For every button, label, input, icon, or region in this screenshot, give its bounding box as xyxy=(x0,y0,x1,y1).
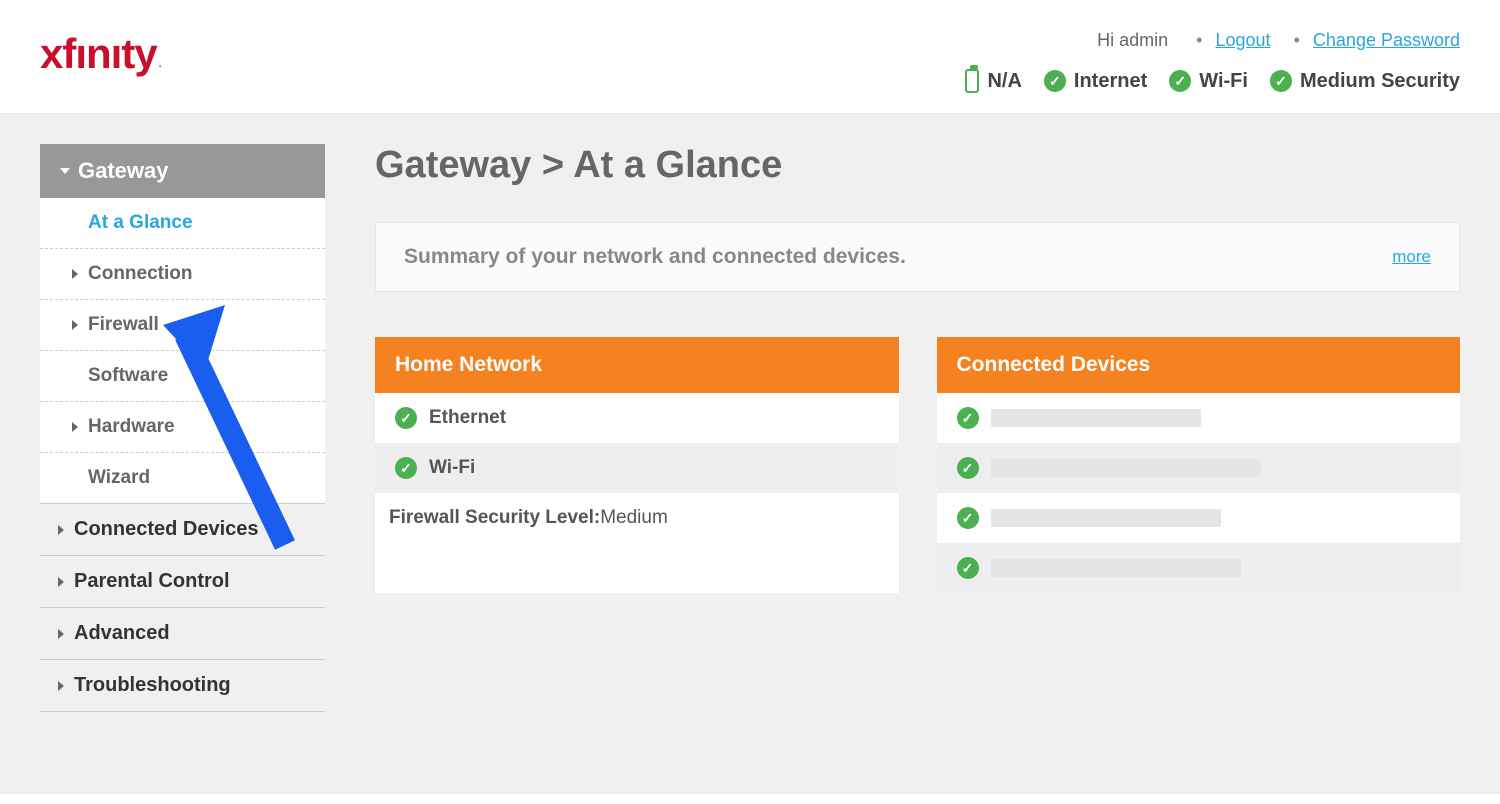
caret-right-icon xyxy=(58,681,64,691)
device-row xyxy=(937,543,1461,593)
check-icon xyxy=(1044,70,1066,92)
home-network-panel: Home Network Ethernet Wi-Fi Firewall Sec… xyxy=(375,337,899,593)
home-network-header: Home Network xyxy=(375,337,899,393)
logout-link[interactable]: Logout xyxy=(1216,30,1271,50)
caret-right-icon xyxy=(58,577,64,587)
home-network-row-wifi: Wi-Fi xyxy=(375,443,899,493)
caret-right-icon xyxy=(58,629,64,639)
logo: xfınıty xyxy=(40,30,157,78)
caret-right-icon xyxy=(58,525,64,535)
device-row xyxy=(937,393,1461,443)
device-row xyxy=(937,493,1461,543)
connected-devices-header: Connected Devices xyxy=(937,337,1461,393)
summary-box: Summary of your network and connected de… xyxy=(375,222,1460,292)
change-password-link[interactable]: Change Password xyxy=(1313,30,1460,50)
caret-right-icon xyxy=(72,269,78,279)
sidebar-item-connection[interactable]: Connection xyxy=(40,249,325,300)
sidebar-item-software[interactable]: Software xyxy=(40,351,325,402)
status-battery: N/A xyxy=(965,69,1021,93)
check-icon xyxy=(395,407,417,429)
sidebar-item-hardware[interactable]: Hardware xyxy=(40,402,325,453)
page-title: Gateway > At a Glance xyxy=(375,144,1460,187)
redacted-text xyxy=(991,509,1221,527)
sidebar-main-connected-devices[interactable]: Connected Devices xyxy=(40,504,325,556)
caret-right-icon xyxy=(72,320,78,330)
sidebar-main-troubleshooting[interactable]: Troubleshooting xyxy=(40,660,325,712)
sidebar-item-firewall[interactable]: Firewall xyxy=(40,300,325,351)
check-icon xyxy=(957,557,979,579)
check-icon xyxy=(395,457,417,479)
sidebar-main-parental-control[interactable]: Parental Control xyxy=(40,556,325,608)
status-security: Medium Security xyxy=(1270,70,1460,93)
firewall-level: Firewall Security Level:Medium xyxy=(375,493,899,543)
home-network-row-ethernet: Ethernet xyxy=(375,393,899,443)
redacted-text xyxy=(991,459,1261,477)
status-wifi: Wi-Fi xyxy=(1169,70,1248,93)
check-icon xyxy=(1270,70,1292,92)
redacted-text xyxy=(991,559,1241,577)
more-link[interactable]: more xyxy=(1392,247,1431,267)
top-links: Hi admin • Logout • Change Password xyxy=(965,30,1460,51)
sidebar-item-at-a-glance[interactable]: At a Glance xyxy=(40,198,325,249)
sidebar-main-advanced[interactable]: Advanced xyxy=(40,608,325,660)
sidebar: Gateway At a Glance Connection Firewall … xyxy=(40,144,325,764)
status-internet: Internet xyxy=(1044,70,1147,93)
summary-text: Summary of your network and connected de… xyxy=(404,245,906,269)
caret-right-icon xyxy=(72,422,78,432)
connected-devices-panel: Connected Devices xyxy=(937,337,1461,593)
caret-down-icon xyxy=(60,168,70,174)
check-icon xyxy=(957,507,979,529)
check-icon xyxy=(1169,70,1191,92)
greeting-text: Hi admin xyxy=(1097,30,1168,50)
sidebar-header-gateway[interactable]: Gateway xyxy=(40,144,325,198)
redacted-text xyxy=(991,409,1201,427)
battery-icon xyxy=(965,69,979,93)
check-icon xyxy=(957,407,979,429)
check-icon xyxy=(957,457,979,479)
sidebar-item-wizard[interactable]: Wizard xyxy=(40,453,325,504)
device-row xyxy=(937,443,1461,493)
